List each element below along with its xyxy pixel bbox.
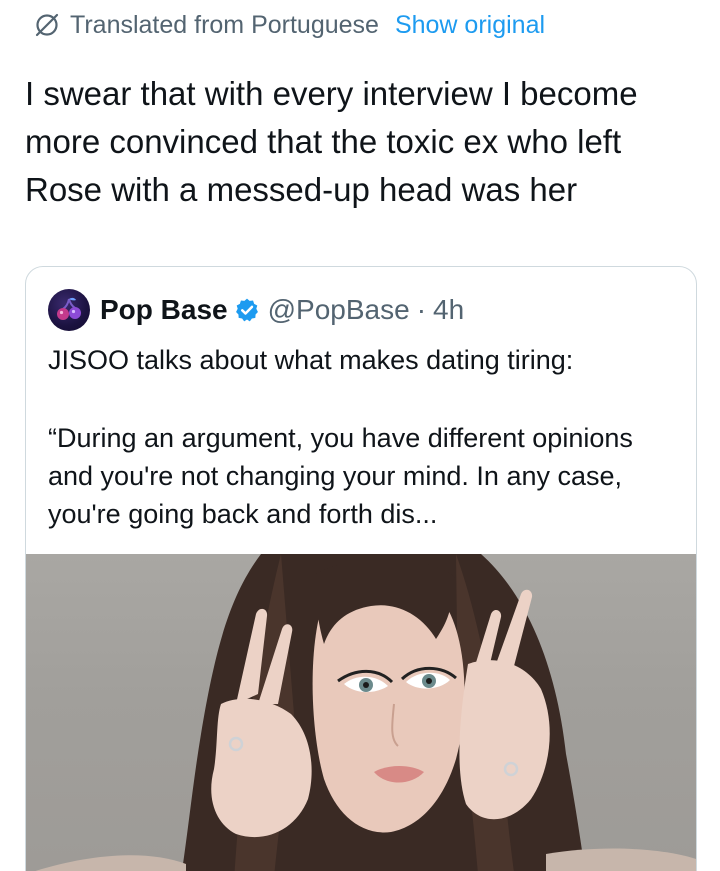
tweet-screenshot: Translated from Portuguese Show original… [0,0,720,871]
tweet-body-text: I swear that with every interview I beco… [25,75,647,208]
quoted-tweet-line: “During an argument, you have different … [48,423,633,529]
quoted-tweet-text: JISOO talks about what makes dating tiri… [48,341,678,533]
quoted-tweet-header: Pop Base @PopBase · 4h [48,289,464,331]
avatar[interactable] [48,289,90,331]
verified-badge-icon [234,297,260,323]
display-name[interactable]: Pop Base [100,294,228,326]
portrait-photo [35,554,696,871]
translation-bar: Translated from Portuguese Show original [33,8,545,42]
user-handle[interactable]: @PopBase [268,294,410,326]
cherry-logo-icon [57,297,81,320]
separator-dot: · [416,294,427,325]
show-original-link[interactable]: Show original [395,11,545,40]
timestamp[interactable]: 4h [433,294,464,326]
translation-label: Translated from Portuguese [70,10,379,39]
quoted-tweet-card[interactable]: Pop Base @PopBase · 4h JISOO talks about… [25,266,697,871]
quoted-tweet-photo[interactable] [26,554,696,871]
quoted-tweet-line: JISOO talks about what makes dating tiri… [48,345,574,375]
globe-slash-icon [33,11,61,39]
